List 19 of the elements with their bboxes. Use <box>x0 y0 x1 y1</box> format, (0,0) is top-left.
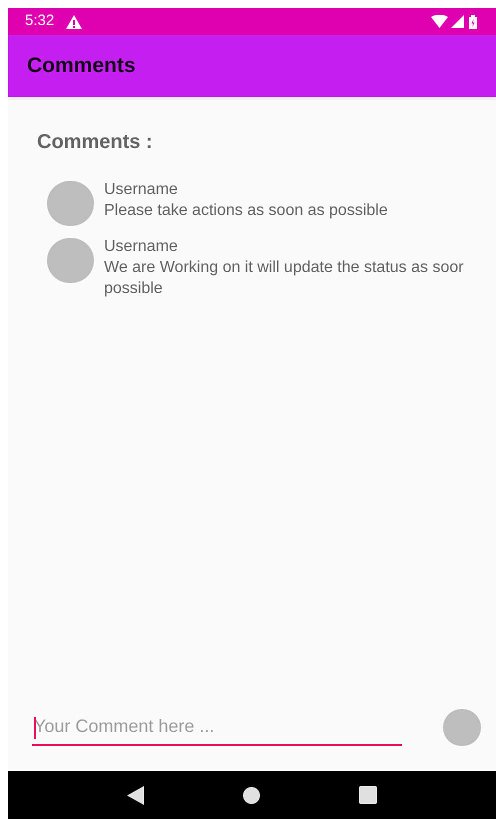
comment-input-field[interactable]: Your Comment here ... <box>32 710 402 746</box>
app-bar-title: Comments <box>27 53 136 80</box>
comment-text: Please take actions as soon as possible <box>104 201 388 221</box>
comment-text: We are Working on it will update the status as soor <box>104 258 464 278</box>
avatar <box>47 238 94 283</box>
section-heading: Comments : <box>37 131 153 153</box>
warning-icon <box>66 14 82 28</box>
recents-icon[interactable] <box>358 786 377 804</box>
avatar <box>47 181 94 226</box>
battery-icon <box>469 14 477 28</box>
wifi-icon <box>431 15 448 28</box>
signal-icon <box>451 15 464 28</box>
text-cursor <box>34 716 36 738</box>
back-icon[interactable] <box>127 786 144 804</box>
comment-text: possible <box>104 279 164 299</box>
comment-username: Username <box>104 180 179 200</box>
home-icon[interactable] <box>242 786 260 804</box>
comment-username: Username <box>104 237 179 257</box>
status-time: 5:32 <box>25 11 54 32</box>
